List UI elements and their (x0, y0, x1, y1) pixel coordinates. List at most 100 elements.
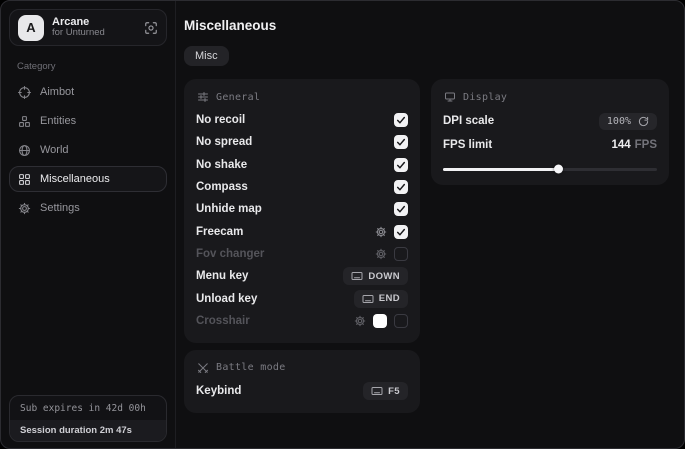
setting-label: Fov changer (196, 248, 264, 260)
sidebar-item-miscellaneous[interactable]: Miscellaneous (9, 166, 167, 192)
battle-keybind-button[interactable]: F5 (363, 382, 408, 400)
subscription-status: Sub expires in 42d 00h (10, 396, 166, 420)
keybind-value: DOWN (368, 271, 400, 282)
category-label: Category (17, 61, 167, 72)
setting-label: Compass (196, 181, 248, 193)
sliders-icon (197, 91, 209, 103)
setting-row-menu-key: Menu key DOWN (196, 265, 408, 287)
fps-value: 144 FPS (611, 139, 657, 151)
fps-slider-track[interactable] (443, 168, 657, 171)
sidebar-item-aimbot[interactable]: Aimbot (9, 79, 167, 105)
tab-misc[interactable]: Misc (184, 46, 229, 66)
general-panel-title: General (216, 92, 260, 103)
display-panel-title: Display (463, 92, 507, 103)
check-icon (396, 160, 406, 170)
sidebar-item-entities[interactable]: Entities (9, 108, 167, 134)
gear-icon (18, 202, 31, 215)
no-recoil-checkbox[interactable] (394, 113, 408, 127)
brand-text: Arcane for Unturned (52, 16, 136, 40)
main-content: Miscellaneous Misc General No recoi (176, 1, 684, 448)
setting-label: Keybind (196, 385, 241, 397)
setting-row-unhide-map: Unhide map (196, 198, 408, 220)
crosshair-icon (18, 86, 31, 99)
freecam-checkbox[interactable] (394, 225, 408, 239)
entities-icon (18, 115, 31, 128)
grid-icon (18, 173, 31, 186)
brand-card: A Arcane for Unturned (9, 9, 167, 46)
setting-row-unload-key: Unload key END (196, 287, 408, 309)
setting-label: No recoil (196, 114, 245, 126)
keybind-value: END (379, 293, 400, 304)
no-spread-checkbox[interactable] (394, 135, 408, 149)
check-icon (396, 182, 406, 192)
sidebar-item-world[interactable]: World (9, 137, 167, 163)
sidebar-item-label: Entities (40, 115, 76, 127)
unhide-map-checkbox[interactable] (394, 202, 408, 216)
setting-row-freecam: Freecam (196, 220, 408, 242)
battle-panel-header: Battle mode (197, 362, 408, 374)
check-icon (396, 204, 406, 214)
subscription-card: Sub expires in 42d 00h Session duration … (9, 395, 167, 442)
setting-row-no-spread: No spread (196, 131, 408, 153)
sidebar-item-label: Settings (40, 202, 80, 214)
keyboard-icon (362, 293, 374, 305)
setting-label: Freecam (196, 226, 243, 238)
display-panel: Display DPI scale 100% FPS limit (431, 79, 669, 185)
setting-row-keybind: Keybind F5 (196, 380, 408, 402)
keyboard-icon (351, 270, 363, 282)
page-title: Miscellaneous (184, 18, 669, 33)
crosshair-color-swatch[interactable] (373, 314, 387, 328)
fov-settings-gear-icon[interactable] (375, 248, 387, 260)
setting-label: Unload key (196, 293, 257, 305)
monitor-icon (444, 91, 456, 103)
setting-row-compass: Compass (196, 176, 408, 198)
scan-target-icon[interactable] (144, 21, 158, 35)
fps-slider-fill (443, 168, 559, 171)
fps-unit: FPS (635, 139, 657, 151)
sidebar-item-label: Miscellaneous (40, 173, 110, 185)
setting-label: FPS limit (443, 139, 492, 151)
setting-row-no-shake: No shake (196, 154, 408, 176)
setting-label: DPI scale (443, 115, 494, 127)
session-duration: Session duration 2m 47s (10, 420, 166, 441)
no-shake-checkbox[interactable] (394, 158, 408, 172)
crosshair-settings-gear-icon[interactable] (354, 315, 366, 327)
setting-label: Crosshair (196, 315, 250, 327)
reset-icon (638, 116, 649, 127)
check-icon (396, 115, 406, 125)
check-icon (396, 227, 406, 237)
check-icon (396, 137, 406, 147)
setting-row-no-recoil: No recoil (196, 109, 408, 131)
compass-checkbox[interactable] (394, 180, 408, 194)
app-window: A Arcane for Unturned Category Aim (0, 0, 685, 449)
sidebar-item-settings[interactable]: Settings (9, 195, 167, 221)
display-panel-header: Display (444, 91, 657, 103)
battle-mode-panel: Battle mode Keybind F5 (184, 350, 420, 413)
setting-row-crosshair: Crosshair (196, 310, 408, 332)
setting-label: Unhide map (196, 203, 262, 215)
battle-panel-title: Battle mode (216, 362, 286, 373)
general-panel: General No recoil No spread (184, 79, 420, 343)
fps-number: 144 (611, 139, 630, 151)
brand-subtitle: for Unturned (52, 28, 136, 39)
keyboard-icon (371, 385, 383, 397)
setting-row-fps-limit: FPS limit 144 FPS (443, 133, 657, 157)
menu-keybind-button[interactable]: DOWN (343, 267, 408, 285)
crosshair-checkbox[interactable] (394, 314, 408, 328)
dpi-value: 100% (607, 116, 631, 127)
fps-slider[interactable] (443, 164, 657, 174)
setting-label: Menu key (196, 270, 248, 282)
category-nav: Aimbot Entities World Miscellaneous (9, 79, 167, 221)
sidebar-item-label: World (40, 144, 69, 156)
brand-logo: A (18, 15, 44, 41)
fps-slider-thumb[interactable] (554, 165, 563, 174)
unload-keybind-button[interactable]: END (354, 290, 408, 308)
fov-changer-checkbox[interactable] (394, 247, 408, 261)
sidebar-item-label: Aimbot (40, 86, 74, 98)
globe-icon (18, 144, 31, 157)
freecam-settings-gear-icon[interactable] (375, 226, 387, 238)
dpi-value-button[interactable]: 100% (599, 113, 657, 130)
setting-row-dpi-scale: DPI scale 100% (443, 109, 657, 133)
setting-label: No shake (196, 159, 247, 171)
setting-label: No spread (196, 136, 252, 148)
